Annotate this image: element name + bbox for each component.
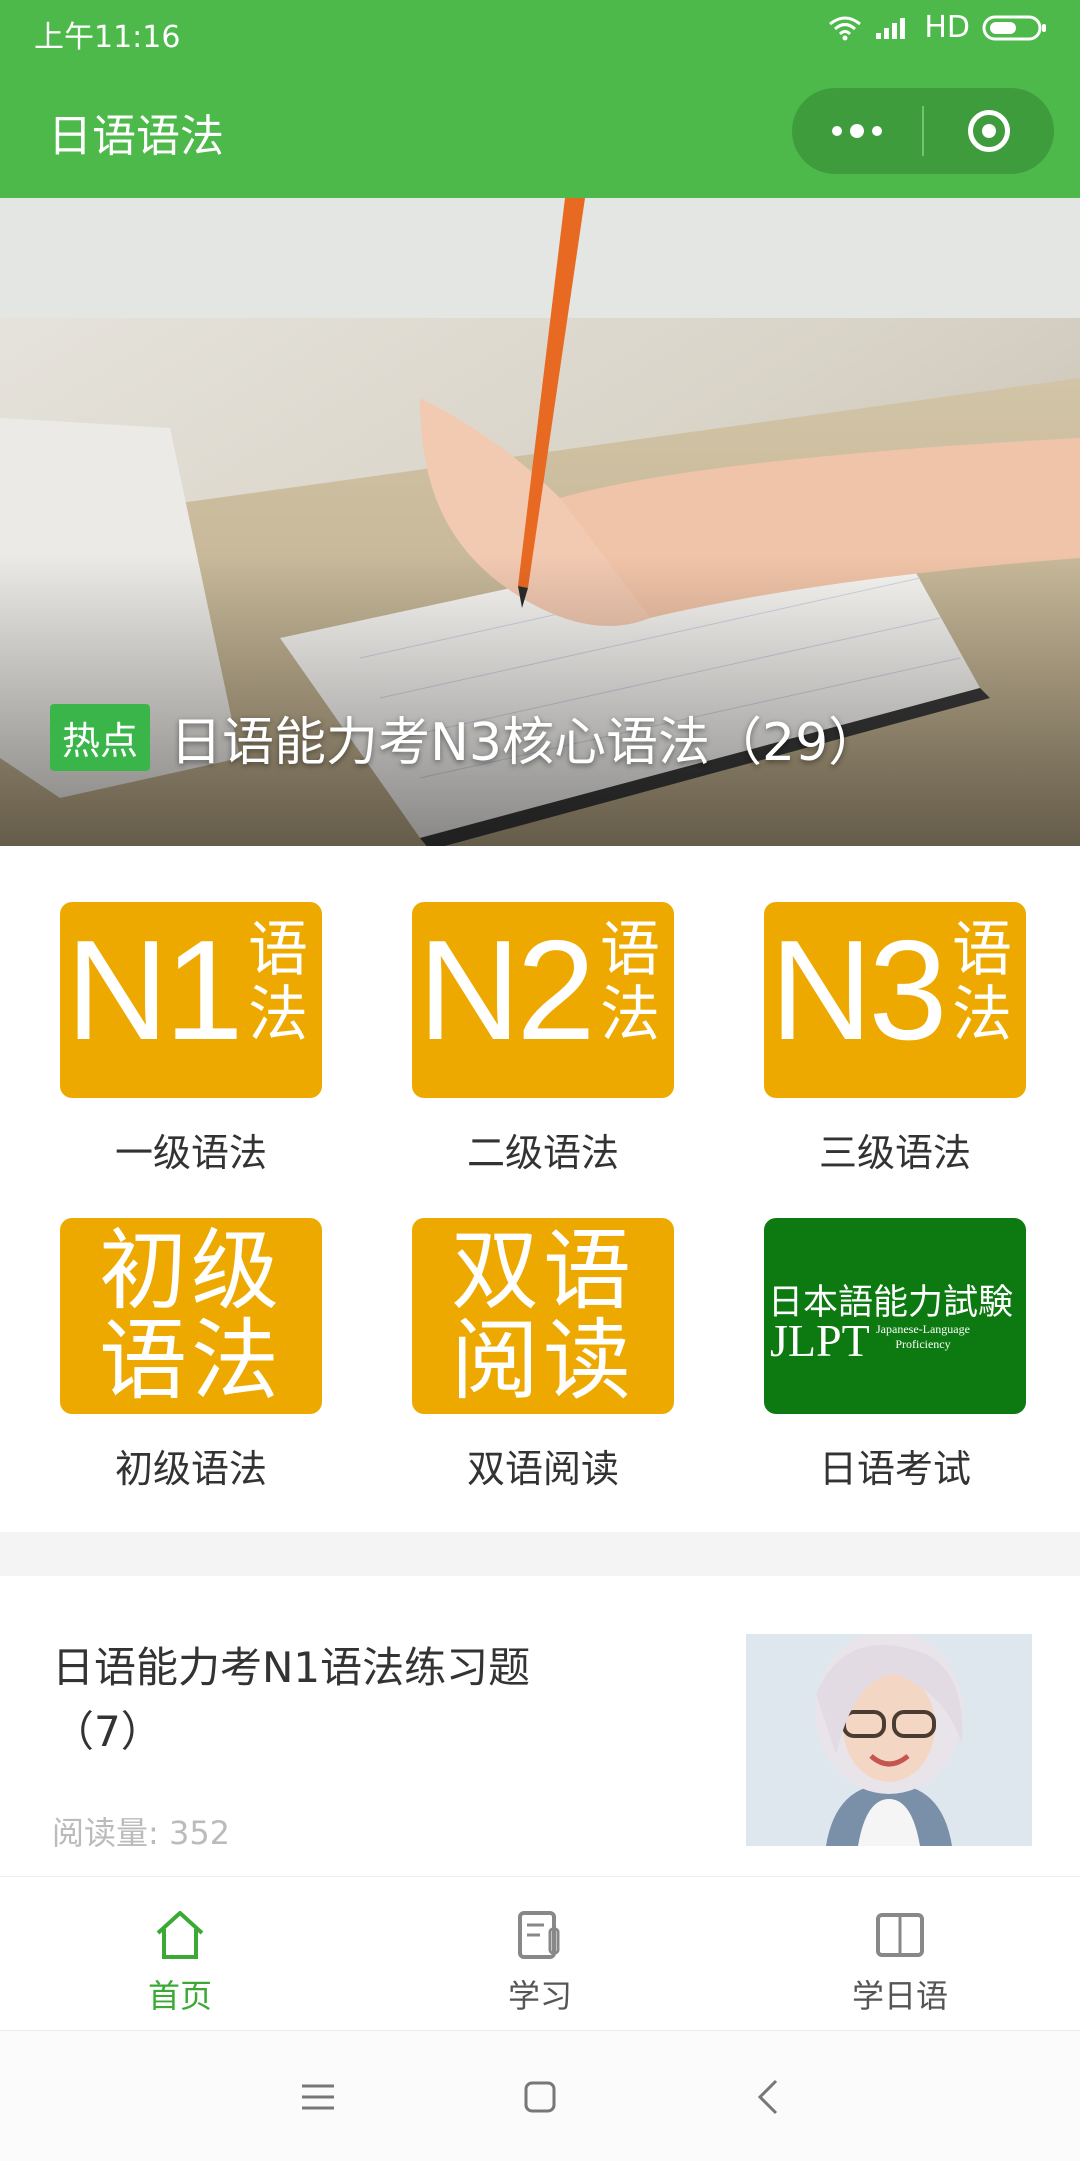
jlpt-subtitle: Japanese-Language Proficiency [876,1322,970,1351]
tab-study[interactable]: 学习 [440,1905,640,2017]
network-type: HD [924,10,970,45]
article-thumbnail [746,1634,1032,1846]
back-nav-icon[interactable] [738,2067,798,2127]
bilingual-reading-icon: 双语 阅读 [412,1218,674,1414]
article-title: 日语能力考N1语法练习题（7） [52,1643,531,1756]
signal-icon [876,17,906,39]
app-header: 上午11:16 HD 日语语法 [0,0,1080,198]
status-time: 上午11:16 [34,20,181,55]
hot-badge: 热点 [50,704,151,771]
tile-label: 三级语法 [818,1131,971,1175]
beginner-grammar-icon: 初级 语法 [60,1218,322,1414]
tile-bilingual-reading[interactable]: 双语 阅读 双语阅读 [412,1218,674,1493]
tile-small-text: 语法 [600,915,660,1050]
banner-title: 日语能力考N3核心语法（29） [170,713,881,773]
tile-small-text: 语法 [952,915,1012,1050]
tile-n3-grammar[interactable]: N3 语法 三级语法 [764,902,1026,1177]
menu-nav-icon[interactable] [288,2067,348,2127]
tab-label: 学日语 [851,1977,948,2015]
jlpt-logo: 日本語能力試験 JLPT Japanese-Language Proficienc… [764,1218,1026,1414]
page-title: 日语语法 [48,111,224,162]
n3-grammar-icon: N3 语法 [764,902,1026,1098]
bottom-tab-bar: 首页 学习 学日语 [0,1876,1080,2031]
tile-big-text: N2 [418,911,596,1070]
more-button[interactable] [792,88,922,174]
tab-label: 首页 [147,1977,212,2015]
tile-big-text: N3 [770,911,948,1070]
hero-banner[interactable]: 热点 日语能力考N3核心语法（29） [0,198,1080,846]
tab-home[interactable]: 首页 [80,1905,280,2017]
n2-grammar-icon: N2 语法 [412,902,674,1098]
banner-caption: 热点 日语能力考N3核心语法（29） [50,700,880,775]
tile-label: 一级语法 [114,1131,267,1175]
article-card[interactable]: 日语能力考N1语法练习题（7） 阅读量: 352 [0,1576,1080,1876]
tile-small-text: 语法 [248,915,308,1050]
article-views: 阅读量: 352 [52,1814,231,1852]
tile-big-text: N1 [66,911,244,1070]
tile-label: 双语阅读 [466,1447,619,1491]
mini-program-capsule [792,88,1054,174]
tile-label: 初级语法 [114,1447,267,1491]
home-icon [150,1905,210,1965]
tile-text: 双语 阅读 [450,1219,635,1412]
tile-n2-grammar[interactable]: N2 语法 二级语法 [412,902,674,1177]
n1-grammar-icon: N1 语法 [60,902,322,1098]
home-nav-icon[interactable] [510,2067,570,2127]
tile-japanese-exam[interactable]: 日本語能力試験 JLPT Japanese-Language Proficienc… [764,1218,1026,1493]
close-button[interactable] [924,88,1054,174]
more-dots-icon [832,124,882,138]
tab-learn-japanese[interactable]: 学日语 [800,1905,1000,2017]
status-icons: HD [828,10,1048,45]
system-nav-bar [0,2030,1080,2161]
target-icon [968,110,1010,152]
notes-icon [510,1905,570,1965]
tile-label: 日语考试 [818,1447,971,1491]
wifi-icon [829,16,862,40]
category-grid: N1 语法 一级语法 N2 语法 二级语法 N3 语法 三级语法 初级 语法 初级… [0,846,1080,1532]
tile-n1-grammar[interactable]: N1 语法 一级语法 [60,902,322,1177]
tile-beginner-grammar[interactable]: 初级 语法 初级语法 [60,1218,322,1493]
tile-text: 初级 语法 [98,1219,283,1412]
book-icon [870,1905,930,1965]
section-divider [0,1532,1080,1576]
jlpt-acronym: JLPT [770,1315,870,1366]
tab-label: 学习 [507,1977,572,2015]
battery-icon [982,15,1046,40]
tile-label: 二级语法 [466,1131,619,1175]
